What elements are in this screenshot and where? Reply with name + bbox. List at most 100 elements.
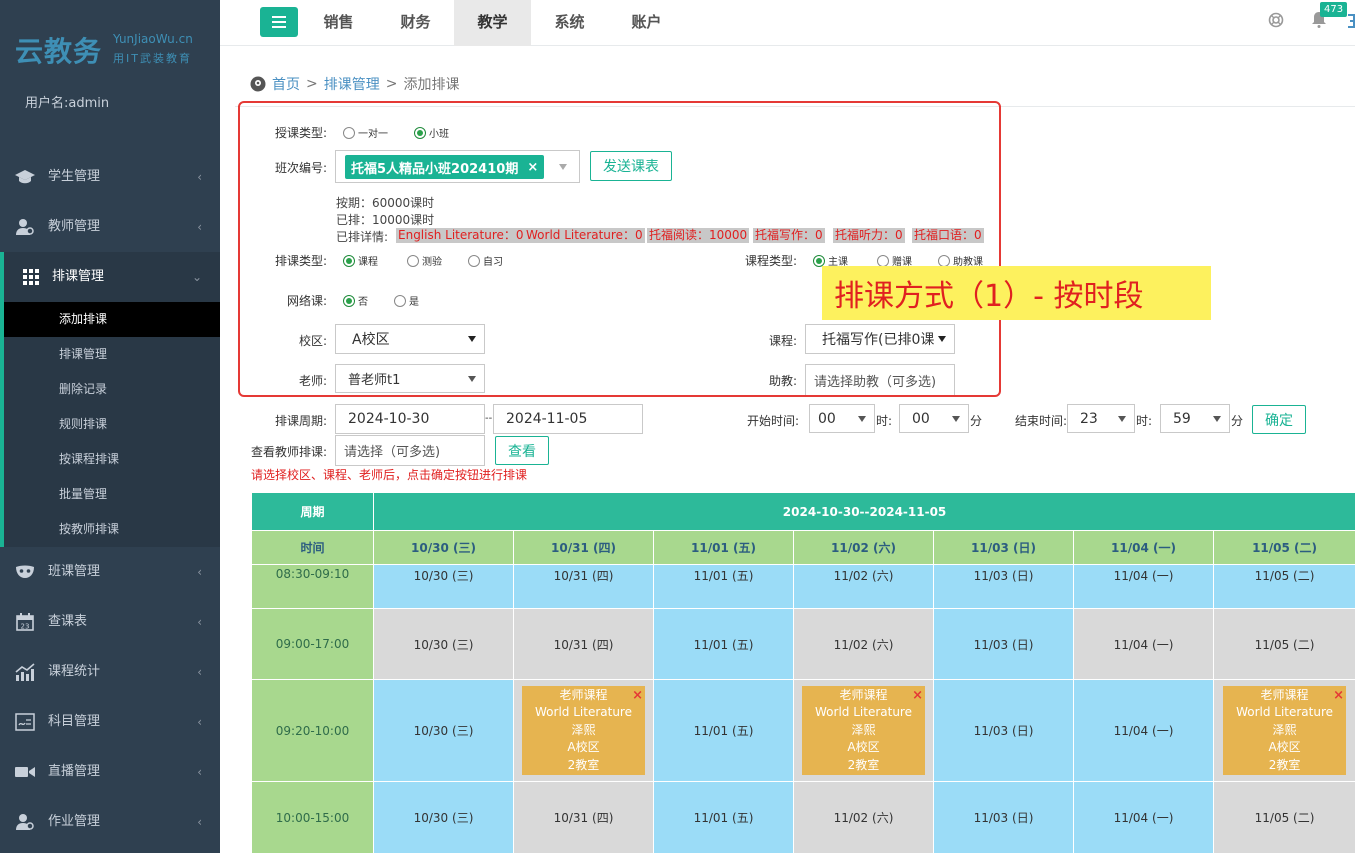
highlight-frame (238, 101, 1001, 397)
sidebar-item-scheduling[interactable]: 排课管理⌄ (0, 252, 220, 302)
logout-icon[interactable] (1348, 14, 1355, 31)
slot-cell[interactable]: 11/03 (日) (934, 680, 1074, 782)
nav-tab-system[interactable]: 系统 (531, 0, 608, 46)
slot-cell[interactable]: 10/30 (三) (374, 680, 514, 782)
slot-cell-with-event[interactable]: ×老师课程World Literature泽熙A校区2教室 (514, 680, 654, 782)
slot-cell[interactable]: 11/05 (二) (1214, 782, 1355, 854)
period-end-input[interactable]: 2024-11-05 (493, 404, 643, 434)
slot-cell[interactable]: 11/01 (五) (654, 782, 794, 854)
slot-cell[interactable]: 10/31 (四) (514, 782, 654, 854)
slot-cell[interactable]: 10/31 (四) (514, 609, 654, 680)
slot-cell[interactable]: 11/05 (二) (1214, 609, 1355, 680)
event-teacher: 泽熙 (802, 722, 925, 740)
support-icon[interactable] (1268, 12, 1284, 31)
nav-tab-account[interactable]: 账户 (608, 0, 685, 46)
slot-cell[interactable]: 10/31 (四) (514, 565, 654, 609)
sidebar-item-stats[interactable]: 课程统计 ‹ (0, 647, 220, 697)
close-icon[interactable]: × (1333, 687, 1344, 705)
end-hour-value: 23 (1080, 411, 1098, 427)
notification-badge: 473 (1320, 2, 1347, 17)
sidebar-item-label: 学生管理 (48, 169, 100, 184)
nav-tab-finance[interactable]: 财务 (377, 0, 454, 46)
slot-cell[interactable]: 10/30 (三) (374, 609, 514, 680)
sidebar-item-homework[interactable]: 作业管理‹ (0, 797, 220, 847)
slot-cell[interactable]: 11/04 (一) (1074, 609, 1214, 680)
breadcrumb-parent[interactable]: 排课管理 (324, 74, 380, 94)
slot-cell[interactable]: 11/04 (一) (1074, 565, 1214, 609)
annotation-callout: 排课方式（1）- 按时段 (822, 266, 1211, 320)
caret-down-icon (952, 416, 960, 422)
event-card[interactable]: ×老师课程World Literature泽熙A校区2教室 (802, 686, 925, 776)
slot-cell[interactable]: 10/30 (三) (374, 782, 514, 854)
slot-cell[interactable]: 11/04 (一) (1074, 782, 1214, 854)
time-slot: 10:00-15:00 (252, 782, 374, 854)
caret-down-icon (858, 416, 866, 422)
sidebar-item-students[interactable]: 学生管理‹ (0, 152, 220, 202)
event-course: World Literature (1223, 704, 1346, 722)
brand-name: 云教务 (15, 30, 102, 70)
close-icon[interactable]: × (632, 687, 643, 705)
submenu-batch-manage[interactable]: 批量管理 (4, 477, 220, 512)
event-card[interactable]: ×老师课程World Literature泽熙A校区2教室 (522, 686, 645, 776)
slot-cell[interactable]: 11/02 (六) (794, 609, 934, 680)
sidebar-item-teachers[interactable]: 教师管理‹ (0, 202, 220, 252)
chevron-left-icon: ‹ (197, 647, 202, 697)
start-hour-select[interactable]: 00 (809, 404, 875, 433)
sidebar-item-subjects[interactable]: 科目管理‹ (0, 697, 220, 747)
time-slot: 08:30-09:10 (252, 565, 374, 609)
slot-cell[interactable]: 11/01 (五) (654, 609, 794, 680)
start-time-label: 开始时间: (747, 412, 799, 429)
submenu-rule-schedule[interactable]: 规则排课 (4, 407, 220, 442)
slot-cell[interactable]: 11/01 (五) (654, 680, 794, 782)
video-icon (14, 762, 36, 782)
event-teacher: 泽熙 (522, 722, 645, 740)
slot-cell[interactable]: 11/03 (日) (934, 782, 1074, 854)
event-card[interactable]: ×老师课程World Literature泽熙A校区2教室 (1223, 686, 1346, 776)
slot-cell[interactable]: 11/01 (五) (654, 565, 794, 609)
menu-toggle-button[interactable] (260, 7, 298, 37)
nav-tab-teaching[interactable]: 教学 (454, 0, 531, 46)
day-header: 11/03 (日) (934, 531, 1074, 565)
sidebar-item-class[interactable]: 班课管理‹ (0, 547, 220, 597)
slot-cell[interactable]: 11/05 (二) (1214, 565, 1355, 609)
submenu-delete-records[interactable]: 删除记录 (4, 372, 220, 407)
confirm-button[interactable]: 确定 (1252, 405, 1306, 434)
slot-cell-with-event[interactable]: ×老师课程World Literature泽熙A校区2教室 (794, 680, 934, 782)
start-min-select[interactable]: 00 (899, 404, 969, 433)
slot-cell-with-event[interactable]: ×老师课程World Literature泽熙A校区2教室 (1214, 680, 1355, 782)
graduation-cap-icon (14, 167, 36, 187)
event-title: 老师课程 (802, 687, 925, 705)
submenu-teacher-schedule[interactable]: 按教师排课 (4, 512, 220, 547)
view-teacher-select[interactable]: 请选择（可多选) (335, 435, 485, 466)
slot-cell[interactable]: 11/03 (日) (934, 609, 1074, 680)
period-start-input[interactable]: 2024-10-30 (335, 404, 485, 434)
start-hour-value: 00 (818, 411, 836, 427)
hamburger-icon (272, 16, 286, 28)
sidebar-item-timetable[interactable]: 23 查课表‹ (0, 597, 220, 647)
submenu-course-schedule[interactable]: 按课程排课 (4, 442, 220, 477)
chevron-left-icon: ‹ (197, 797, 202, 847)
sidebar-item-label: 查课表 (48, 614, 87, 629)
sidebar-item-live[interactable]: 直播管理‹ (0, 747, 220, 797)
sidebar-item-label: 教师管理 (48, 219, 100, 234)
slot-cell[interactable]: 10/30 (三) (374, 565, 514, 609)
view-button[interactable]: 查看 (495, 436, 549, 465)
submenu-add-schedule[interactable]: 添加排课 (4, 302, 220, 337)
submenu-schedule-manage[interactable]: 排课管理 (4, 337, 220, 372)
nav-tab-sales[interactable]: 销售 (300, 0, 377, 46)
day-header: 11/01 (五) (654, 531, 794, 565)
slot-cell[interactable]: 11/04 (一) (1074, 680, 1214, 782)
sidebar-item-label: 课程统计 (48, 664, 100, 679)
slot-cell[interactable]: 11/02 (六) (794, 782, 934, 854)
slot-cell[interactable]: 11/02 (六) (794, 565, 934, 609)
slot-cell[interactable]: 11/03 (日) (934, 565, 1074, 609)
calendar-icon: 23 (14, 612, 36, 632)
end-hour-select[interactable]: 23 (1067, 404, 1135, 433)
end-min-select[interactable]: 59 (1160, 404, 1230, 433)
header-range: 2024-10-30--2024-11-05 (374, 493, 1355, 531)
breadcrumb-home[interactable]: 首页 (272, 74, 300, 94)
svg-text:23: 23 (21, 623, 30, 631)
event-campus: A校区 (1223, 739, 1346, 757)
breadcrumb: 首页 > 排课管理 > 添加排课 (250, 74, 459, 94)
close-icon[interactable]: × (912, 687, 923, 705)
